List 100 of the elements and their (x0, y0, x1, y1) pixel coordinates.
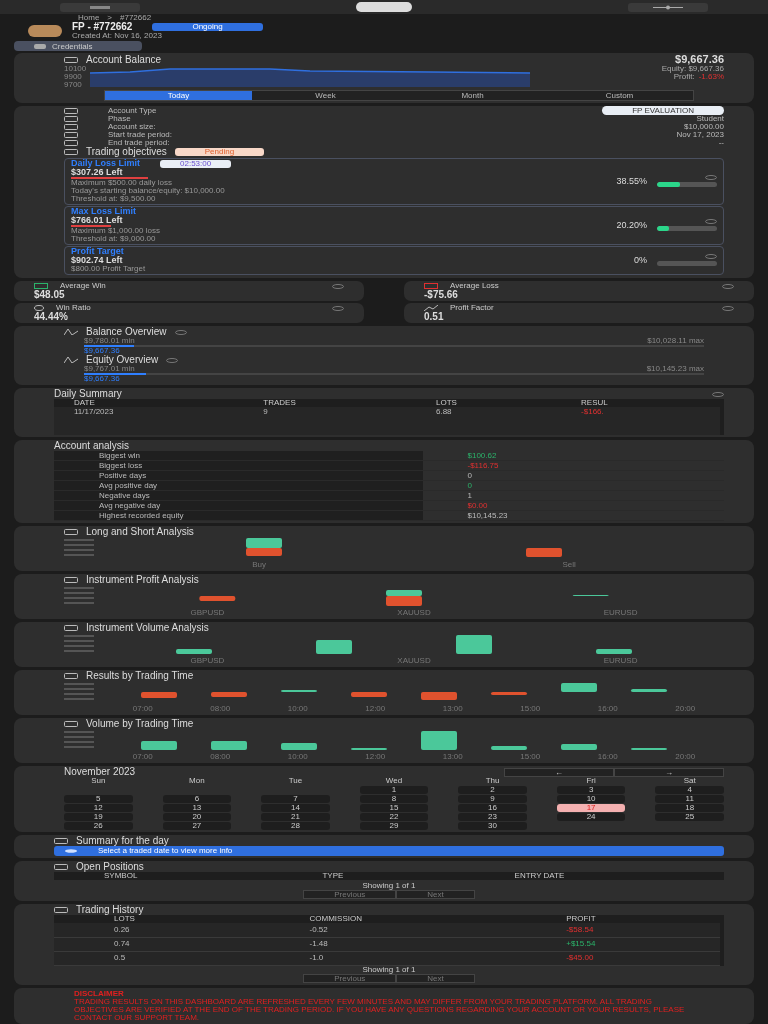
calendar-day[interactable]: 21 (261, 813, 330, 821)
calendar-day[interactable]: 15 (359, 804, 429, 812)
table-cell: Biggest win (54, 451, 423, 461)
calendar-day[interactable]: 24 (556, 813, 626, 821)
min-value: $9,767.01 min (84, 365, 135, 373)
period-tab[interactable]: Custom (546, 91, 693, 100)
avatar (28, 25, 62, 37)
table-cell: 0.74 (54, 937, 250, 951)
table-cell: 6.88 (415, 407, 562, 416)
info-icon[interactable] (722, 305, 734, 311)
table-cell: -$116.75 (422, 460, 724, 471)
next-month-button[interactable]: → (614, 767, 724, 777)
chart-title: Instrument Profit Analysis (86, 575, 199, 585)
calendar-day[interactable]: 10 (556, 795, 626, 803)
objective-detail: Threshold at: $9,500.00 (71, 195, 156, 203)
calendar-day[interactable]: 12 (64, 804, 133, 812)
calendar-day[interactable]: 11 (655, 795, 724, 803)
weekday-label: Sun (90, 777, 107, 785)
weekday-label: Fri (585, 777, 597, 785)
info-icon[interactable] (705, 254, 717, 259)
remaining-amount: $307.26 Left (71, 168, 124, 177)
column-header: TYPE (272, 872, 465, 880)
stat-value: 44.44% (34, 312, 69, 322)
card-title: Open Positions (76, 862, 144, 872)
info-icon[interactable] (166, 357, 179, 363)
calendar-day[interactable]: 29 (359, 822, 429, 830)
info-icon[interactable] (705, 219, 717, 224)
info-label: End trade period: (108, 139, 170, 147)
info-icon[interactable] (705, 175, 717, 180)
info-label: Start trade period: (108, 131, 173, 139)
calendar-day[interactable]: 27 (162, 822, 232, 830)
axis-label: 13:00 (442, 705, 463, 713)
axis-label: 15:00 (520, 705, 541, 713)
info-icon[interactable] (332, 283, 344, 289)
period-tab[interactable]: Today (105, 91, 252, 100)
calendar-day[interactable]: 28 (261, 822, 330, 830)
stat-label: Average Win (60, 282, 106, 290)
calendar-day[interactable]: 22 (359, 813, 429, 821)
calendar-day[interactable]: 5 (64, 795, 133, 803)
current-value: $9,667.36 (84, 375, 121, 383)
pagination-button[interactable]: Next (396, 890, 475, 899)
pagination-button[interactable]: Previous (303, 890, 397, 899)
axis-label: 07:00 (132, 705, 153, 713)
info-icon[interactable] (332, 305, 344, 311)
period-tab[interactable]: Week (252, 91, 399, 100)
weekday-label: Tue (287, 777, 304, 785)
chart-title: Volume by Trading Time (86, 719, 194, 729)
objective-detail: Today's starting balance/equity: $10,000.00 (71, 187, 226, 195)
table-cell: Highest recorded equity (54, 510, 423, 521)
table-cell: -$166. (561, 407, 720, 416)
breadcrumb-link[interactable]: Home (78, 14, 100, 22)
axis-label: Sell (562, 561, 576, 569)
table-cell: $0.00 (422, 500, 724, 511)
max-value: $10,145.23 max (646, 365, 704, 373)
pagination-button[interactable]: Previous (303, 973, 397, 983)
calendar-day[interactable]: 19 (64, 813, 133, 821)
table-cell: -0.52 (249, 923, 507, 937)
period-tab[interactable]: Month (399, 91, 546, 100)
menu-button[interactable] (60, 2, 140, 12)
calendar-day[interactable]: 16 (458, 804, 527, 812)
calendar-day[interactable]: 20 (162, 813, 232, 821)
calendar-day[interactable]: 26 (64, 822, 133, 830)
settings-button[interactable] (628, 2, 708, 12)
info-value: -- (718, 138, 724, 147)
profit-label: Profit: (673, 73, 695, 81)
weekday-label: Mon (188, 777, 206, 785)
weekday-label: Thu (484, 777, 501, 785)
calendar-day[interactable]: 4 (655, 786, 724, 794)
calendar-day[interactable]: 18 (655, 804, 724, 812)
status-badge: Pending (174, 148, 265, 156)
table-cell: Negative days (54, 490, 423, 501)
card-title: Account analysis (54, 441, 131, 451)
calendar-title: November 2023 (64, 767, 136, 777)
previous-month-button[interactable]: ← (504, 767, 614, 777)
calendar-day[interactable]: 25 (655, 813, 724, 821)
credentials-button[interactable]: Credentials (14, 41, 143, 51)
pagination-button[interactable]: Next (396, 973, 475, 983)
info-icon[interactable] (174, 329, 187, 335)
calendar-day[interactable]: 6 (162, 795, 232, 803)
calendar-day[interactable]: 13 (162, 804, 232, 812)
calendar-day[interactable]: 30 (458, 822, 527, 830)
card-title: Daily Summary (54, 389, 122, 399)
calendar-day[interactable]: 2 (458, 786, 527, 794)
weekday-label: Wed (384, 777, 404, 785)
axis-label: 10100 (64, 65, 87, 73)
calendar-day[interactable]: 3 (556, 786, 626, 794)
calendar-day[interactable]: 8 (359, 795, 429, 803)
calendar-day[interactable]: 14 (261, 804, 330, 812)
objective-detail: $800.00 Profit Target (71, 265, 147, 273)
calendar-day[interactable]: 7 (261, 795, 330, 803)
objective-detail: Maximum $1,000.00 loss (71, 227, 161, 235)
banner-message: Select a traded date to view more info (98, 847, 233, 855)
info-icon[interactable] (712, 391, 724, 397)
table-cell: 11/17/2023 (54, 407, 244, 416)
calendar-day[interactable]: 23 (458, 813, 527, 821)
calendar-day[interactable]: 9 (458, 795, 527, 803)
info-icon[interactable] (722, 283, 734, 289)
pagination-info: Showing 1 of 1 (361, 882, 417, 890)
axis-label: 20:00 (675, 705, 696, 713)
calendar-day[interactable]: 1 (359, 786, 429, 794)
